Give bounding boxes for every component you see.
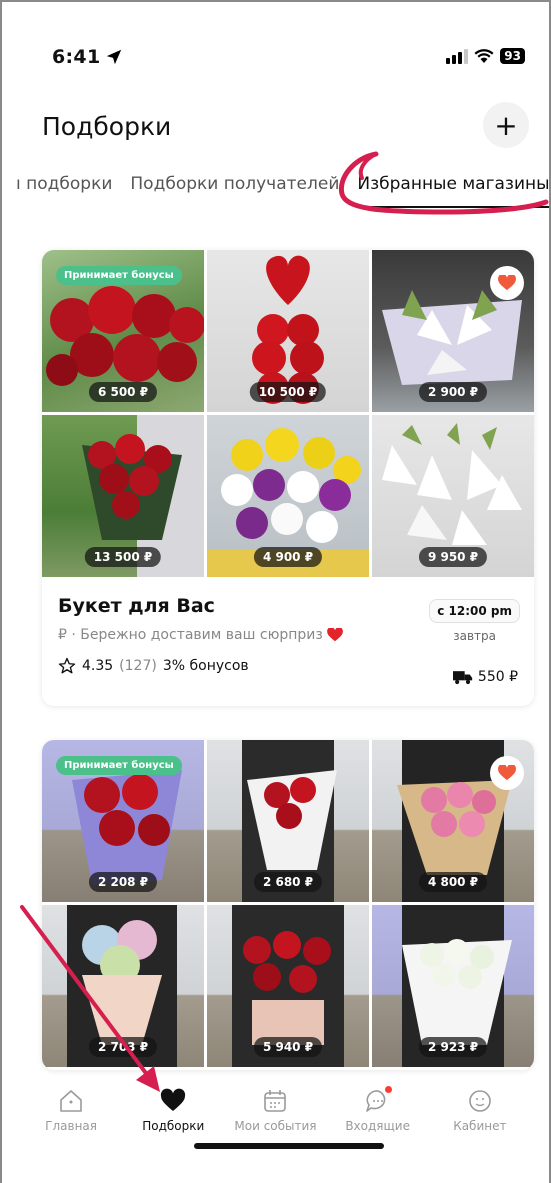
product-grid: Принимает бонусы 6 500 ₽ 10 500 ₽ 2 900 … [42,250,534,577]
product-grid: Принимает бонусы 2 208 ₽ 2 680 ₽ 4 800 ₽… [42,740,534,1067]
delivery-day: завтра [453,629,496,643]
nav-collections-label: Подборки [142,1119,205,1133]
location-arrow-icon [106,49,122,65]
heart-icon [498,765,516,781]
profile-icon [469,1090,491,1112]
product-photo[interactable]: 2 923 ₽ [372,905,534,1067]
accepts-bonus-badge: Принимает бонусы [56,266,182,285]
shop-info: Букет для Вас ₽ · Бережно доставим ваш с… [42,577,534,706]
battery-indicator: 93 [500,48,525,64]
app-screen: 6:41 93 Подборки + ı подборки Подборки п… [0,0,551,1183]
product-photo[interactable]: 4 900 ₽ [207,415,369,577]
shop-card[interactable]: Принимает бонусы 2 208 ₽ 2 680 ₽ 4 800 ₽… [42,740,534,1070]
heart-icon [498,275,516,291]
product-photo[interactable]: 13 500 ₽ [42,415,204,577]
nav-account[interactable]: Кабинет [430,1088,530,1156]
product-price: 2 703 ₽ [88,1037,158,1057]
highlight-scribble [338,151,549,215]
shop-bonus: 3% бонусов [162,658,249,674]
product-price: 2 923 ₽ [418,1037,488,1057]
heart-icon [161,1088,186,1111]
accepts-bonus-badge: Принимает бонусы [56,756,182,775]
shop-stats: 4.35 (127) 3% бонусов [58,657,518,675]
wifi-icon [474,49,494,63]
product-price: 4 900 ₽ [253,547,323,567]
product-photo[interactable]: 4 800 ₽ [372,740,534,902]
favorite-button[interactable] [490,266,524,300]
nav-account-label: Кабинет [453,1119,507,1133]
product-price: 2 900 ₽ [418,382,488,402]
product-price: 6 500 ₽ [88,382,158,402]
add-button[interactable]: + [483,102,529,148]
nav-events-label: Мои события [234,1119,317,1133]
product-photo[interactable]: 2 900 ₽ [372,250,534,412]
product-price: 2 680 ₽ [253,872,323,892]
delivery-price: 550 ₽ [452,669,518,685]
product-price: 4 800 ₽ [418,872,488,892]
product-photo[interactable]: Принимает бонусы 6 500 ₽ [42,250,204,412]
home-icon [60,1090,82,1112]
product-photo[interactable]: 9 950 ₽ [372,415,534,577]
product-price: 9 950 ₽ [418,547,488,567]
page-title: Подборки [42,112,172,141]
status-bar: 6:41 93 [2,46,549,76]
product-photo[interactable]: 2 680 ₽ [207,740,369,902]
nav-home[interactable]: Главная [21,1088,121,1156]
product-photo[interactable]: 5 940 ₽ [207,905,369,1067]
product-photo[interactable]: 10 500 ₽ [207,250,369,412]
delivery-time-value: с 12:00 pm [429,599,520,623]
notification-dot [384,1086,392,1093]
favorite-button[interactable] [490,756,524,790]
delivery-time: с 12:00 pm завтра [429,599,520,643]
home-indicator [194,1143,384,1149]
nav-inbox-label: Входящие [345,1119,410,1133]
status-time: 6:41 [52,46,101,68]
truck-icon [452,671,473,685]
calendar-icon [264,1090,287,1112]
status-indicators: 93 [446,48,525,64]
chat-icon-wrapper [365,1086,392,1114]
tab-recipient-collections[interactable]: Подборки получателей [130,174,339,194]
shop-review-count: (127) [119,658,157,674]
shop-rating: 4.35 [82,658,114,674]
delivery-price-value: 550 ₽ [477,669,518,685]
product-price: 2 208 ₽ [88,872,158,892]
product-price: 5 940 ₽ [253,1037,323,1057]
star-icon [58,657,76,674]
signal-icon [446,48,469,64]
tab-collections[interactable]: ı подборки [16,174,112,194]
nav-home-label: Главная [45,1119,98,1133]
product-photo[interactable]: Принимает бонусы 2 208 ₽ [42,740,204,902]
product-price: 13 500 ₽ [84,547,162,567]
shop-card[interactable]: Принимает бонусы 6 500 ₽ 10 500 ₽ 2 900 … [42,250,534,706]
product-price: 10 500 ₽ [249,382,327,402]
product-photo[interactable]: 2 703 ₽ [42,905,204,1067]
red-heart-icon [327,628,343,642]
shop-description-text: ₽ · Бережно доставим ваш сюрприз [58,627,323,643]
